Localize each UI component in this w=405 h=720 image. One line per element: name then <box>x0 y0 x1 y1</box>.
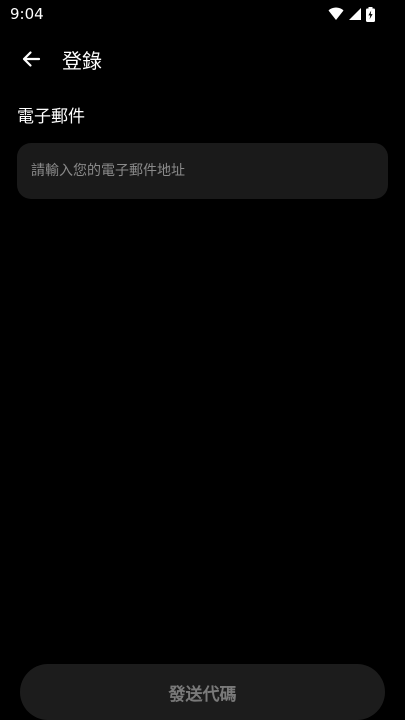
email-field-container <box>17 143 388 199</box>
send-code-button[interactable]: 發送代碼 <box>20 664 385 720</box>
back-button[interactable] <box>12 42 50 80</box>
email-input[interactable] <box>17 143 388 199</box>
battery-charging-icon <box>366 6 375 22</box>
arrow-left-icon <box>21 49 41 73</box>
status-icons <box>328 6 375 22</box>
app-bar: 登錄 <box>0 36 405 86</box>
wifi-icon <box>328 7 344 21</box>
signal-icon <box>348 7 362 21</box>
status-time: 9:04 <box>10 5 44 23</box>
status-bar: 9:04 <box>0 0 405 28</box>
email-label: 電子郵件 <box>17 107 85 127</box>
page-title: 登錄 <box>62 49 102 73</box>
